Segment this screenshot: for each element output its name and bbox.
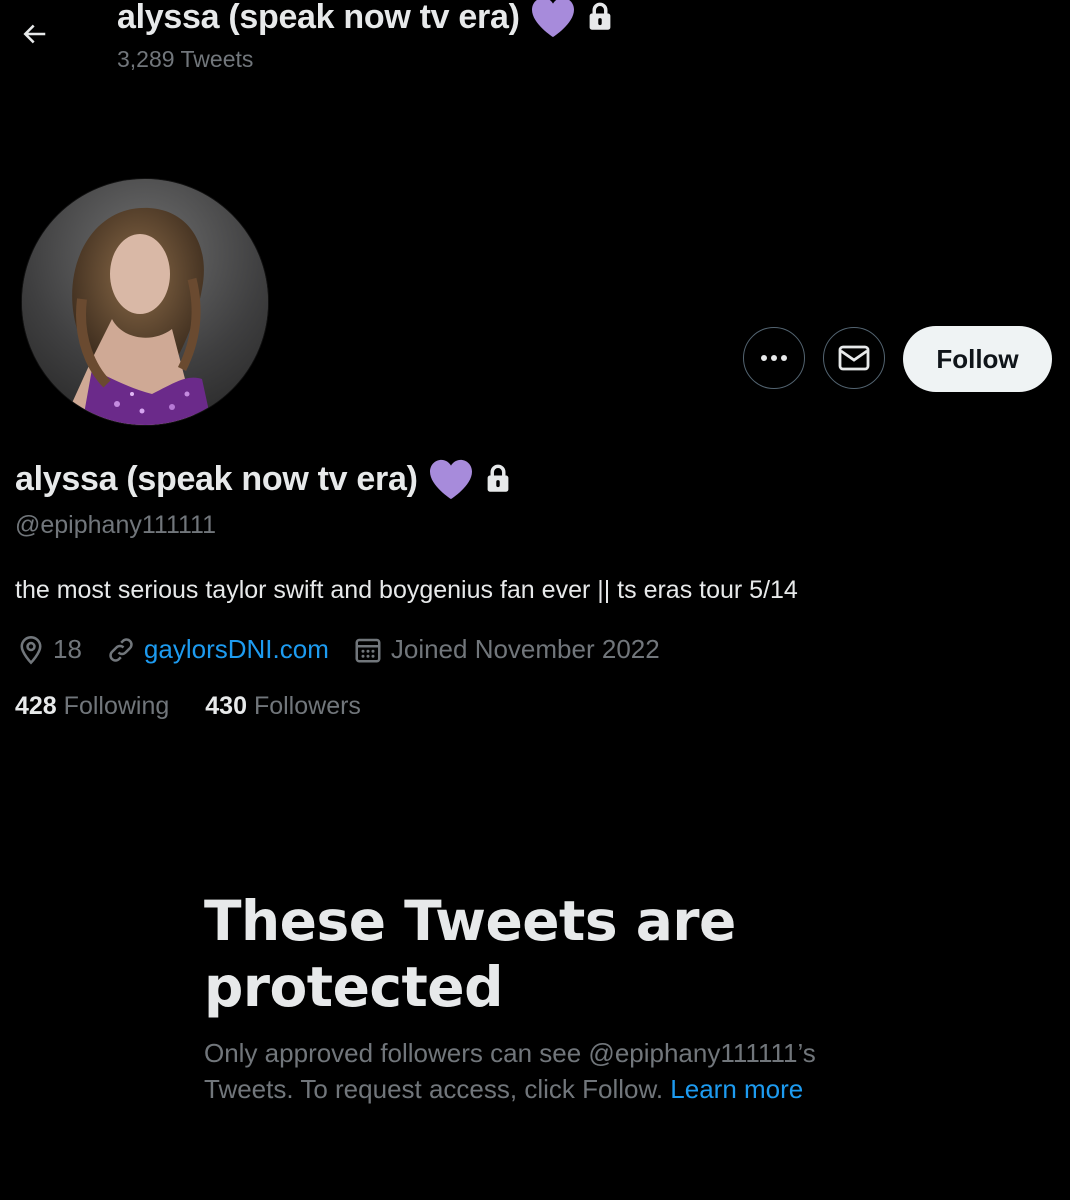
avatar[interactable] — [21, 178, 269, 426]
profile-meta: 18 gaylorsDNI.com Joined November 2022 — [17, 634, 684, 665]
back-button[interactable] — [10, 10, 58, 58]
calendar-icon — [353, 635, 383, 665]
website: gaylorsDNI.com — [106, 634, 329, 665]
following-stat[interactable]: 428 Following — [15, 692, 169, 721]
envelope-icon — [838, 345, 870, 371]
profile-name-row: alyssa (speak now tv era) — [15, 458, 512, 500]
more-button[interactable] — [743, 327, 805, 389]
followers-label: Followers — [253, 692, 361, 720]
more-icon — [760, 354, 788, 362]
follow-stats: 428 Following 430 Followers — [15, 692, 397, 721]
handle: @epiphany111111 — [15, 511, 217, 539]
arrow-left-icon — [19, 19, 49, 49]
header-title-row: alyssa (speak now tv era) — [117, 0, 614, 38]
join-date-text: Joined November 2022 — [390, 634, 660, 664]
purple-heart-icon — [530, 0, 576, 38]
display-name: alyssa (speak now tv era) — [15, 459, 418, 498]
learn-more-link[interactable]: Learn more — [670, 1074, 803, 1104]
location-pin-icon — [17, 635, 45, 665]
protected-description: Only approved followers can see @epiphan… — [204, 1035, 894, 1107]
protected-title: These Tweets are protected — [204, 889, 736, 1019]
join-date: Joined November 2022 — [353, 634, 660, 665]
lock-icon — [586, 2, 614, 32]
link-icon — [106, 635, 136, 665]
follow-button[interactable]: Follow — [903, 326, 1052, 392]
location: 18 — [17, 634, 82, 665]
following-count: 428 — [15, 692, 57, 720]
followers-stat[interactable]: 430 Followers — [205, 692, 361, 721]
header-title: alyssa (speak now tv era) — [117, 0, 520, 36]
followers-count: 430 — [205, 692, 247, 720]
tweet-count: 3,289 Tweets — [117, 46, 254, 72]
purple-heart-icon — [428, 458, 474, 500]
lock-icon — [484, 464, 512, 494]
location-text: 18 — [53, 634, 82, 664]
following-label: Following — [63, 692, 170, 720]
website-link[interactable]: gaylorsDNI.com — [144, 634, 329, 665]
message-button[interactable] — [823, 327, 885, 389]
bio: the most serious taylor swift and boygen… — [15, 576, 798, 604]
